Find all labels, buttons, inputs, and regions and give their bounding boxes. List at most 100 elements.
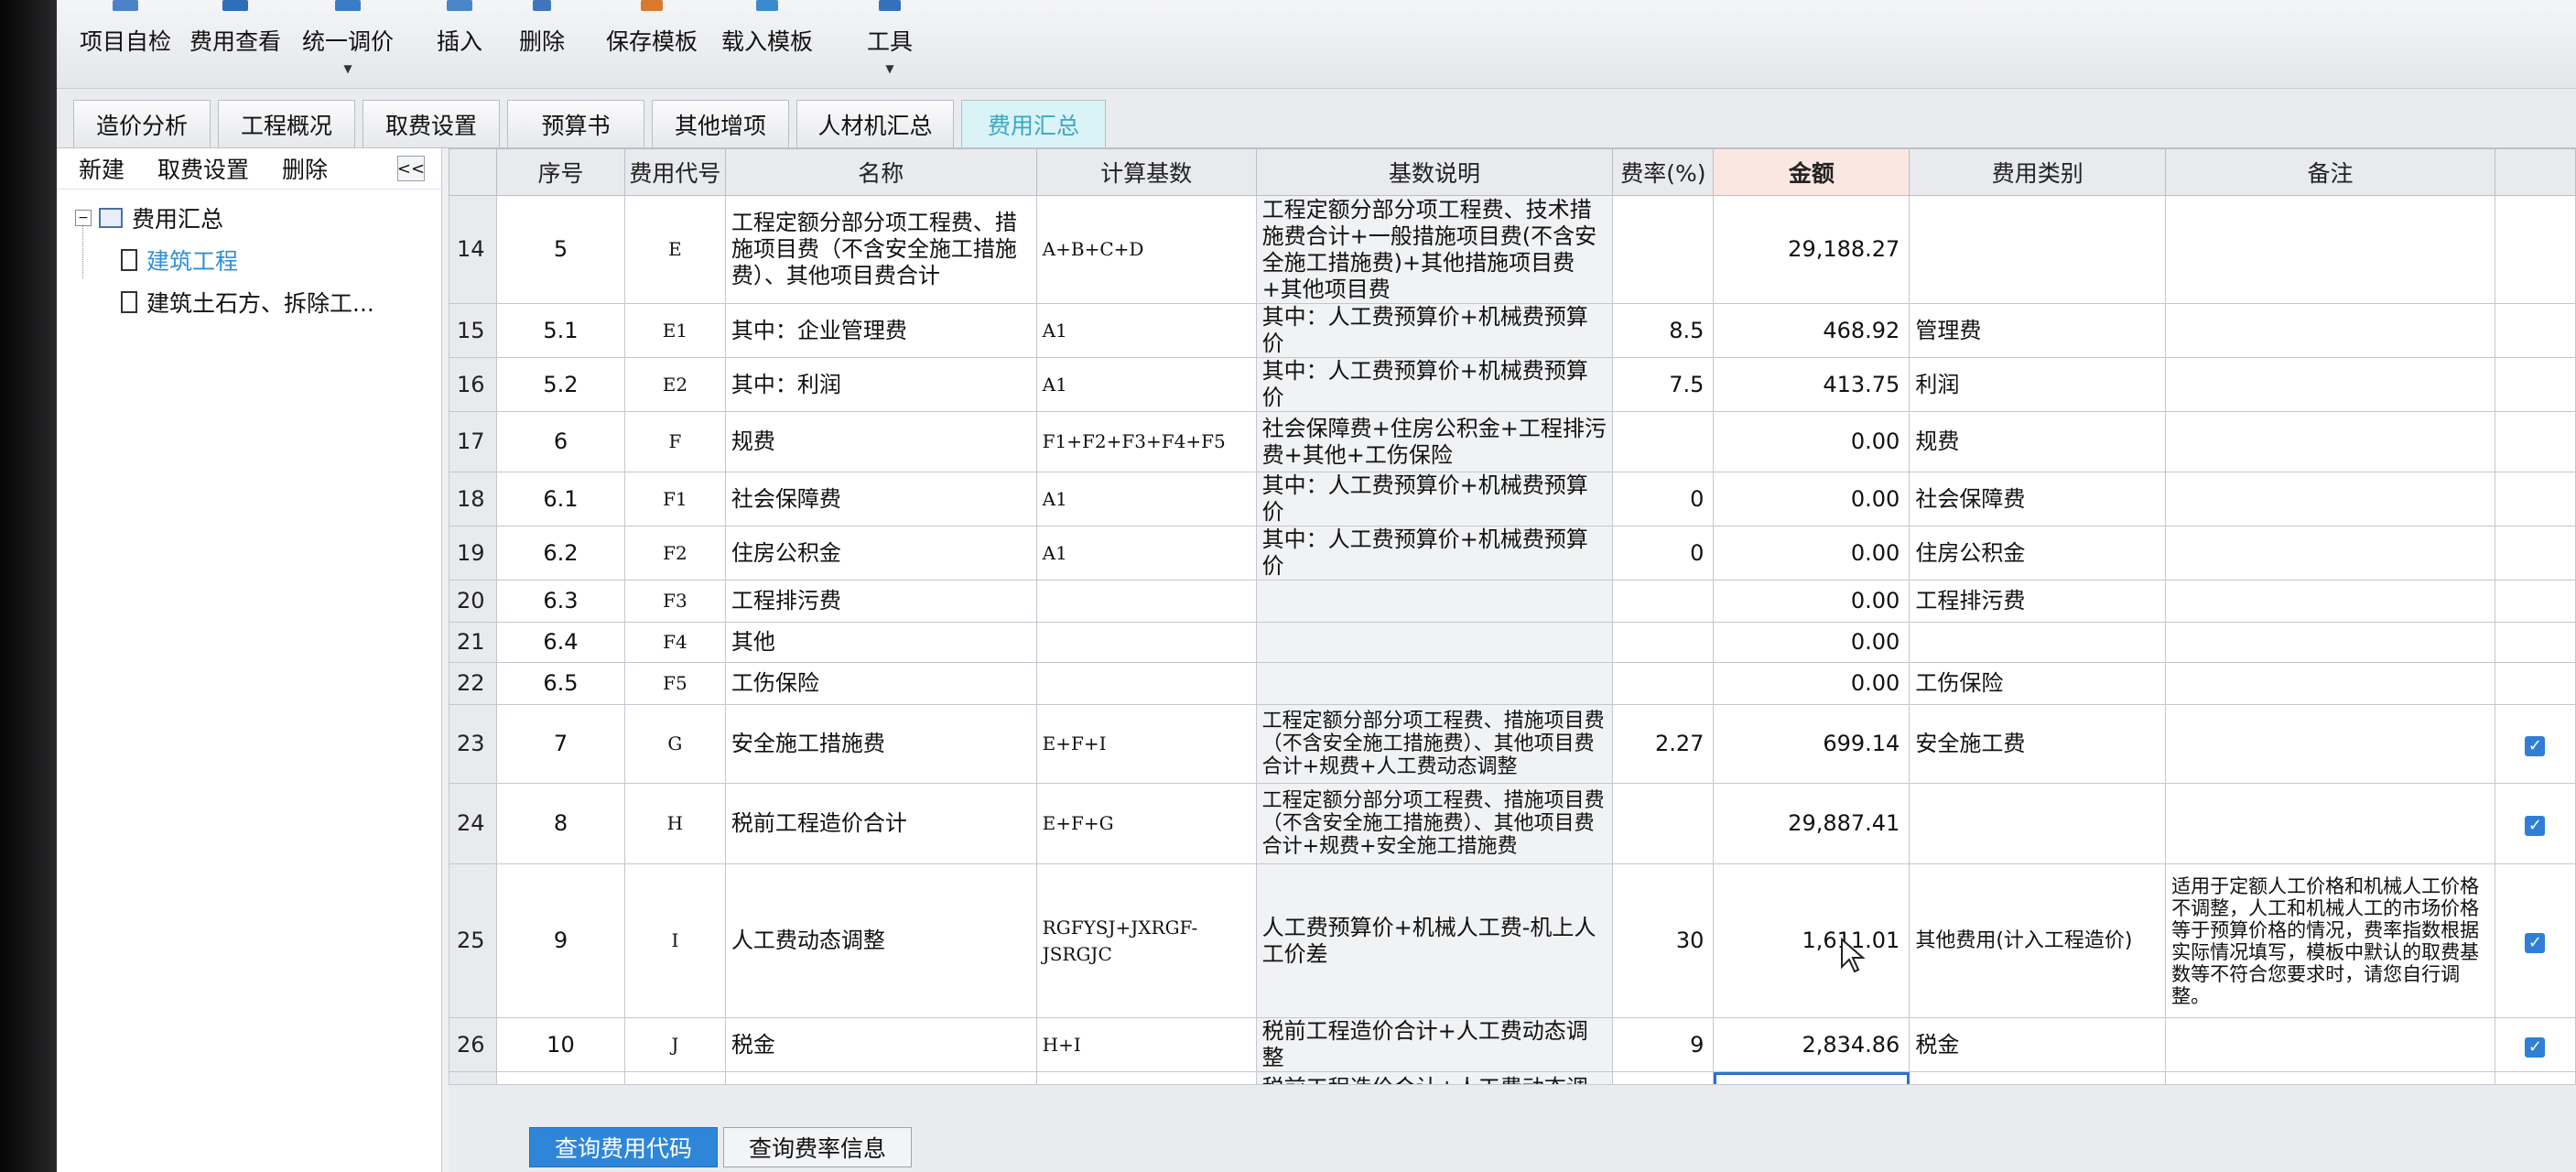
tree-node-earthwork[interactable]: 建筑土石方、拆除工... xyxy=(121,286,374,319)
save-template-button[interactable]: 保存模板 xyxy=(597,0,707,88)
cell-seq[interactable]: 5.1 xyxy=(495,303,625,358)
cell-amount[interactable]: 2,834.86 xyxy=(1713,1017,1910,1072)
tools-button[interactable]: 工具 ▼ xyxy=(853,0,926,88)
table-row[interactable]: 14 5 E 工程定额分部分项工程费、措施项目费（不含安全施工措施费）、其他项目… xyxy=(449,195,2576,304)
cell-base[interactable]: E+F+G xyxy=(1035,783,1257,864)
cell-code[interactable]: G xyxy=(623,704,726,784)
tab-cost-analysis[interactable]: 造价分析 xyxy=(73,100,211,147)
cell-amount[interactable]: 699.14 xyxy=(1713,704,1910,784)
cell-base-desc[interactable] xyxy=(1255,622,1614,663)
cell-base[interactable]: A1 xyxy=(1035,357,1257,412)
cell-base[interactable] xyxy=(1035,580,1257,623)
cell-base[interactable]: A1 xyxy=(1035,526,1257,581)
cell-note[interactable] xyxy=(2165,303,2495,358)
header-category[interactable]: 费用类别 xyxy=(1909,148,2167,196)
cell-note[interactable] xyxy=(2165,472,2495,526)
cell-base-desc[interactable]: 其中：人工费预算价+机械费预算价 xyxy=(1255,357,1614,412)
cell-category[interactable]: 规费 xyxy=(1909,411,2167,472)
cell-amount[interactable]: 29,188.27 xyxy=(1713,195,1910,304)
cell-code[interactable]: E2 xyxy=(623,357,726,412)
cell-rate[interactable]: 8.5 xyxy=(1612,303,1715,358)
cell-base[interactable]: RGFYSJ+JXRGF-JSRGJC xyxy=(1035,863,1257,1018)
cell-rate[interactable]: 0 xyxy=(1612,526,1715,581)
cell-category[interactable]: 利润 xyxy=(1909,357,2167,412)
cell-base-desc[interactable]: 其中：人工费预算价+机械费预算价 xyxy=(1255,526,1614,581)
cell-rate[interactable]: 2.27 xyxy=(1612,704,1715,784)
cell-check[interactable] xyxy=(2494,662,2576,705)
cell-base[interactable]: F1+F2+F3+F4+F5 xyxy=(1035,411,1257,472)
new-button[interactable]: 新建 xyxy=(79,152,124,185)
cell-note[interactable] xyxy=(2165,1017,2495,1072)
cell-base[interactable]: A+B+C+D xyxy=(1035,195,1257,304)
cell-code[interactable]: F1 xyxy=(623,472,726,526)
cell-note[interactable] xyxy=(2165,195,2495,304)
cell-category[interactable] xyxy=(1909,783,2167,864)
header-seq[interactable]: 序号 xyxy=(495,148,625,196)
cell-seq[interactable]: 6.4 xyxy=(495,622,625,663)
cell-name[interactable]: 工程定额分部分项工程费、措施项目费（不含安全施工措施费）、其他项目费合计 xyxy=(724,195,1037,304)
cell-check[interactable] xyxy=(2494,411,2576,472)
cell-check[interactable] xyxy=(2494,303,2576,358)
cell-category[interactable]: 住房公积金 xyxy=(1909,526,2167,581)
checkbox[interactable]: ✓ xyxy=(2525,736,2546,756)
cell-base-desc[interactable]: 工程定额分部分项工程费、措施项目费（不含安全施工措施费）、其他项目费合计+规费+… xyxy=(1255,704,1614,784)
cell-category[interactable]: 工程排污费 xyxy=(1909,580,2167,623)
cell-category[interactable]: 其他费用(计入工程造价) xyxy=(1909,863,2167,1018)
cell-code[interactable]: E1 xyxy=(623,303,726,358)
tab-labor-material-summary[interactable]: 人材机汇总 xyxy=(796,100,954,147)
cell-category[interactable]: 工伤保险 xyxy=(1909,662,2167,705)
cell-base[interactable]: A1 xyxy=(1035,472,1257,526)
cell-rate[interactable] xyxy=(1612,411,1715,472)
table-row[interactable]: 18 6.1 F1 社会保障费 A1 其中：人工费预算价+机械费预算价 0 0.… xyxy=(449,472,2576,526)
cell-amount[interactable]: 0.00 xyxy=(1713,411,1910,472)
table-row[interactable]: 26 10 J 税金 H+I 税前工程造价合计+人工费动态调整 9 2,834.… xyxy=(449,1017,2576,1072)
cell-name[interactable]: 工程排污费 xyxy=(724,580,1037,623)
cell-base[interactable] xyxy=(1035,622,1257,663)
cell-code[interactable]: H xyxy=(623,783,726,864)
cell-base-desc[interactable]: 税前工程造价合计+人工费动态调整 xyxy=(1255,1017,1614,1072)
cell-category[interactable] xyxy=(1909,622,2167,663)
unified-price-adjust-button[interactable]: 统一调价 ▼ xyxy=(293,0,403,88)
cell-code[interactable]: J xyxy=(623,1017,726,1072)
tab-budget-book[interactable]: 预算书 xyxy=(507,100,644,147)
cell-name[interactable]: 其他 xyxy=(724,622,1037,663)
cell-rate[interactable] xyxy=(1612,580,1715,623)
query-fee-code-button[interactable]: 查询费用代码 xyxy=(529,1127,718,1167)
tab-project-overview[interactable]: 工程概况 xyxy=(218,100,355,147)
cell-amount[interactable]: 0.00 xyxy=(1713,622,1910,663)
cell-check[interactable] xyxy=(2494,580,2576,623)
cell-check[interactable] xyxy=(2494,526,2576,581)
cell-name[interactable]: 规费 xyxy=(724,411,1037,472)
cell-amount[interactable]: 1,611.01 xyxy=(1713,863,1910,1018)
cell-seq[interactable]: 6.2 xyxy=(495,526,625,581)
cell-seq[interactable]: 8 xyxy=(495,783,625,864)
cell-rate[interactable] xyxy=(1612,622,1715,663)
table-row[interactable]: 20 6.3 F3 工程排污费 0.00 工程排污费 xyxy=(449,580,2576,623)
header-code[interactable]: 费用代号 xyxy=(623,148,726,196)
tab-fee-summary[interactable]: 费用汇总 xyxy=(961,100,1106,147)
cell-amount[interactable]: 413.75 xyxy=(1713,357,1910,412)
cell-base[interactable] xyxy=(1035,662,1257,705)
table-row[interactable]: 19 6.2 F2 住房公积金 A1 其中：人工费预算价+机械费预算价 0 0.… xyxy=(449,526,2576,581)
fee-settings-button[interactable]: 取费设置 xyxy=(157,152,249,185)
table-row[interactable]: 25 9 I 人工费动态调整 RGFYSJ+JXRGF-JSRGJC 人工费预算… xyxy=(449,863,2576,1018)
cell-base-desc[interactable] xyxy=(1255,662,1614,705)
cell-note[interactable] xyxy=(2165,357,2495,412)
cell-base-desc[interactable] xyxy=(1255,580,1614,623)
cell-name[interactable]: 其中：企业管理费 xyxy=(724,303,1037,358)
cell-base-desc[interactable]: 人工费预算价+机械人工费-机上人工价差 xyxy=(1255,863,1614,1018)
project-check-button[interactable]: 项目自检 xyxy=(75,0,176,88)
cell-name[interactable]: 住房公积金 xyxy=(724,526,1037,581)
cell-note[interactable] xyxy=(2165,411,2495,472)
cell-base[interactable]: A1 xyxy=(1035,303,1257,358)
cell-code[interactable]: F4 xyxy=(623,622,726,663)
cell-base-desc[interactable]: 社会保障费+住房公积金+工程排污费+其他+工伤保险 xyxy=(1255,411,1614,472)
cell-code[interactable]: F5 xyxy=(623,662,726,705)
delete-button[interactable]: 删除 xyxy=(505,0,579,88)
cell-name[interactable]: 税金 xyxy=(724,1017,1037,1072)
cell-seq[interactable]: 6.3 xyxy=(495,580,625,623)
cell-seq[interactable]: 10 xyxy=(495,1017,625,1072)
cell-check[interactable] xyxy=(2494,357,2576,412)
cell-note[interactable] xyxy=(2165,622,2495,663)
cell-note[interactable] xyxy=(2165,662,2495,705)
